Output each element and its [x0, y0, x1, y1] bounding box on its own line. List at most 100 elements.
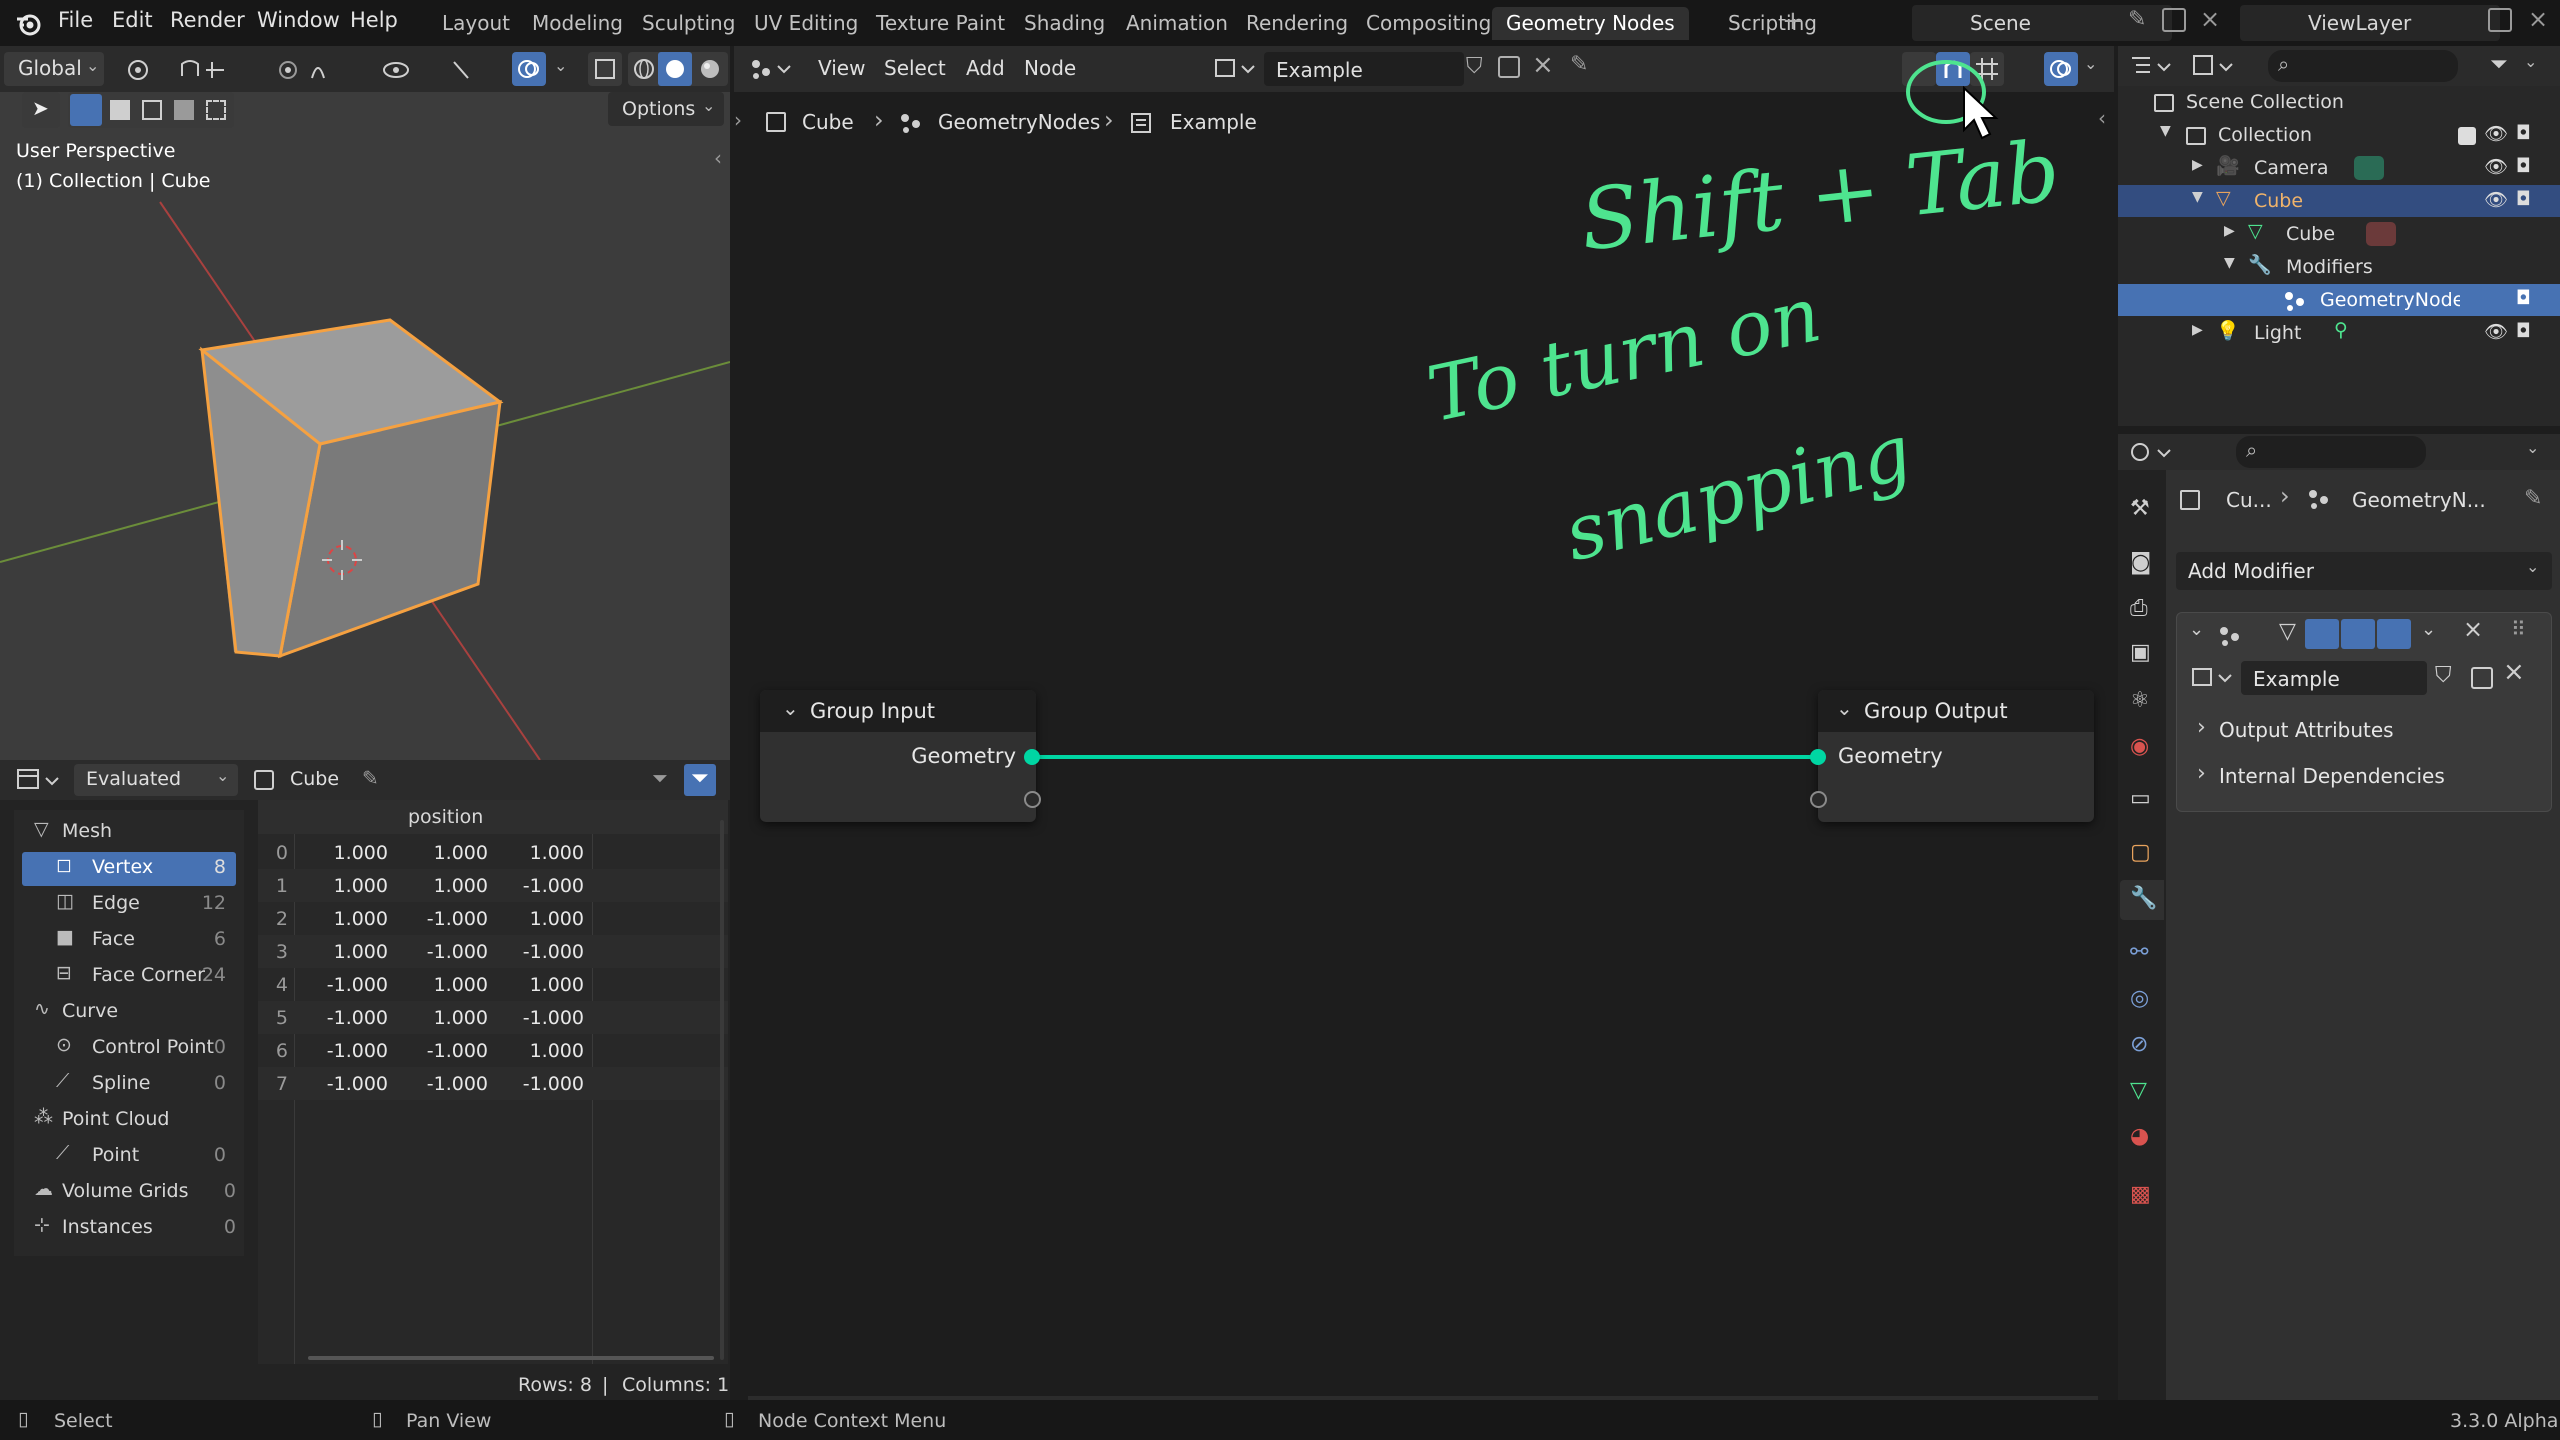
- tab-rendering[interactable]: Rendering: [1232, 7, 1362, 40]
- fake-user-icon[interactable]: ⛉: [1466, 54, 1483, 79]
- eye-icon[interactable]: 👁: [2484, 155, 2508, 178]
- filter-icon[interactable]: ⏷: [2490, 52, 2508, 77]
- editor-type-icon[interactable]: [16, 768, 60, 792]
- tab-modeling[interactable]: Modeling: [518, 7, 637, 40]
- chevron-down-icon[interactable]: ⌄: [1836, 696, 1853, 720]
- eye-icon[interactable]: 👁: [2484, 122, 2508, 145]
- camera-render-icon[interactable]: ◘: [2516, 188, 2531, 210]
- selection-mode-buttons[interactable]: [68, 92, 234, 128]
- material-icon[interactable]: [2366, 222, 2396, 246]
- snap-icon[interactable]: [176, 56, 266, 84]
- camera-render-icon[interactable]: ◘: [2516, 320, 2531, 342]
- tree-face-corner[interactable]: ⊟ Face Corner 24: [22, 960, 236, 994]
- material-preview-icon[interactable]: [698, 57, 722, 81]
- viewport-toggle[interactable]: [2341, 619, 2375, 649]
- chevron-down-icon[interactable]: ⌄: [782, 696, 799, 720]
- duplicate-icon[interactable]: [2471, 667, 2493, 689]
- close-icon[interactable]: ×: [2503, 657, 2525, 687]
- horizontal-scrollbar[interactable]: [308, 1356, 714, 1360]
- material-tab-icon[interactable]: ◕: [2130, 1124, 2149, 1149]
- menu-edit[interactable]: Edit: [112, 8, 153, 32]
- viewport-scene[interactable]: [0, 92, 730, 760]
- camera-render-icon[interactable]: ◘: [2516, 122, 2531, 144]
- tab-layout[interactable]: Layout: [428, 7, 524, 40]
- internal-dependencies-panel[interactable]: › Internal Dependencies: [2177, 755, 2553, 795]
- chevron-down-icon[interactable]: ▼: [2224, 255, 2235, 271]
- geometry-input-socket[interactable]: [1810, 749, 1826, 765]
- edit-mode-toggle-icon[interactable]: ▽: [2279, 619, 2296, 644]
- cage-toggle[interactable]: [2305, 619, 2339, 649]
- 3d-viewport[interactable]: ➤ Options ⌄ User Perspective (1) Collect…: [0, 92, 730, 760]
- editor-type-icon[interactable]: [748, 56, 794, 82]
- tab-sculpting[interactable]: Sculpting: [628, 7, 749, 40]
- modifier-tab[interactable]: 🔧: [2120, 880, 2164, 920]
- select-new-button[interactable]: [70, 94, 102, 126]
- tree-point-cloud[interactable]: ⁂ Point Cloud: [24, 1104, 238, 1138]
- scene-tab-icon[interactable]: ⚛: [2130, 688, 2150, 713]
- vertical-scrollbar[interactable]: [720, 820, 724, 1360]
- node-tree-browse-icon[interactable]: [1214, 56, 1260, 82]
- exclude-checkbox[interactable]: [2458, 127, 2476, 145]
- options-dropdown[interactable]: Options ⌄: [608, 92, 724, 126]
- menu-view[interactable]: View: [818, 56, 865, 80]
- tree-edge[interactable]: ◫ Edge 12: [22, 888, 236, 922]
- xray-button[interactable]: [588, 52, 622, 86]
- chevron-down-icon[interactable]: ⌄: [2084, 54, 2097, 73]
- outliner-collection[interactable]: ▼ Collection 👁 ◘: [2118, 119, 2560, 151]
- tree-volume-grids[interactable]: ☁ Volume Grids 0: [24, 1176, 238, 1210]
- chevron-right-icon[interactable]: ▶: [2192, 157, 2203, 173]
- close-icon[interactable]: ×: [2463, 615, 2483, 643]
- pin-icon[interactable]: ✎: [1570, 52, 1588, 77]
- tab-shading[interactable]: Shading: [1010, 7, 1119, 40]
- tree-mesh[interactable]: ▽ Mesh: [24, 816, 238, 850]
- node-tree-browse-icon[interactable]: [2191, 665, 2237, 691]
- menu-help[interactable]: Help: [350, 8, 398, 32]
- chevron-down-icon[interactable]: ⌄: [2421, 619, 2436, 640]
- outliner-search-input[interactable]: ⌕: [2268, 50, 2458, 82]
- outliner-geometry-nodes[interactable]: GeometryNode ◘: [2118, 284, 2560, 316]
- duplicate-icon[interactable]: [1498, 56, 1520, 78]
- select-invert-icon[interactable]: [174, 100, 194, 120]
- empty-socket[interactable]: [1810, 791, 1827, 808]
- menu-node[interactable]: Node: [1024, 56, 1076, 80]
- tree-point[interactable]: ⟋ Point 0: [22, 1140, 236, 1174]
- pin-icon[interactable]: ✎: [362, 766, 379, 790]
- pin-icon[interactable]: ✎: [2128, 7, 2146, 32]
- chevron-down-icon[interactable]: ⌄: [2526, 438, 2539, 457]
- filter-button[interactable]: ⏷: [684, 764, 716, 796]
- constraints-tab-icon[interactable]: ⊘: [2130, 1032, 2148, 1057]
- output-tab-icon[interactable]: ⎙: [2130, 596, 2148, 621]
- group-input-node[interactable]: ⌄ Group Input Geometry: [760, 690, 1041, 822]
- empty-socket[interactable]: [1024, 791, 1041, 808]
- group-output-node[interactable]: ⌄ Group Output Geometry: [1810, 690, 2094, 822]
- chevron-down-icon[interactable]: ▼: [2160, 123, 2171, 139]
- outliner-cube-mesh[interactable]: ▶ ▽ Cube: [2118, 218, 2560, 250]
- collection-tab-icon[interactable]: ▭: [2130, 786, 2151, 811]
- outliner-modifiers[interactable]: ▼ 🔧 Modifiers: [2118, 251, 2560, 283]
- solid-mode-button[interactable]: [658, 52, 692, 86]
- node-tree-name-field[interactable]: Example: [1264, 52, 1464, 86]
- tree-instances[interactable]: ⊹ Instances 0: [24, 1212, 238, 1246]
- camera-render-icon[interactable]: ◘: [2516, 155, 2531, 177]
- column-header-position[interactable]: position: [408, 806, 483, 828]
- tree-control-point[interactable]: ⊙ Control Point 0: [22, 1032, 236, 1066]
- menu-file[interactable]: File: [58, 8, 93, 32]
- camera-render-icon[interactable]: ◘: [2516, 287, 2531, 309]
- view-layer-selector[interactable]: ViewLayer: [2240, 5, 2500, 41]
- output-attributes-panel[interactable]: › Output Attributes: [2177, 709, 2553, 749]
- render-tab-icon[interactable]: ◙: [2130, 550, 2151, 575]
- tab-geometry-nodes[interactable]: Geometry Nodes: [1492, 7, 1689, 40]
- overlays-button[interactable]: [512, 52, 546, 86]
- tab-compositing[interactable]: Compositing: [1352, 7, 1505, 40]
- select-extend-icon[interactable]: [110, 100, 130, 120]
- outliner-cube[interactable]: ▼ ▽ Cube 👁 ◘: [2118, 185, 2560, 217]
- props-breadcrumb-object[interactable]: Cu...: [2226, 488, 2272, 512]
- wireframe-icon[interactable]: [632, 57, 656, 81]
- tab-uv-editing[interactable]: UV Editing: [740, 7, 872, 40]
- properties-search-input[interactable]: ⌕: [2236, 436, 2426, 468]
- display-mode-icon[interactable]: [2192, 54, 2236, 78]
- render-toggle[interactable]: [2377, 619, 2411, 649]
- props-breadcrumb-modifier[interactable]: GeometryN...: [2352, 488, 2486, 512]
- new-view-layer-icon[interactable]: [2488, 8, 2512, 32]
- blender-logo-icon[interactable]: [14, 9, 42, 37]
